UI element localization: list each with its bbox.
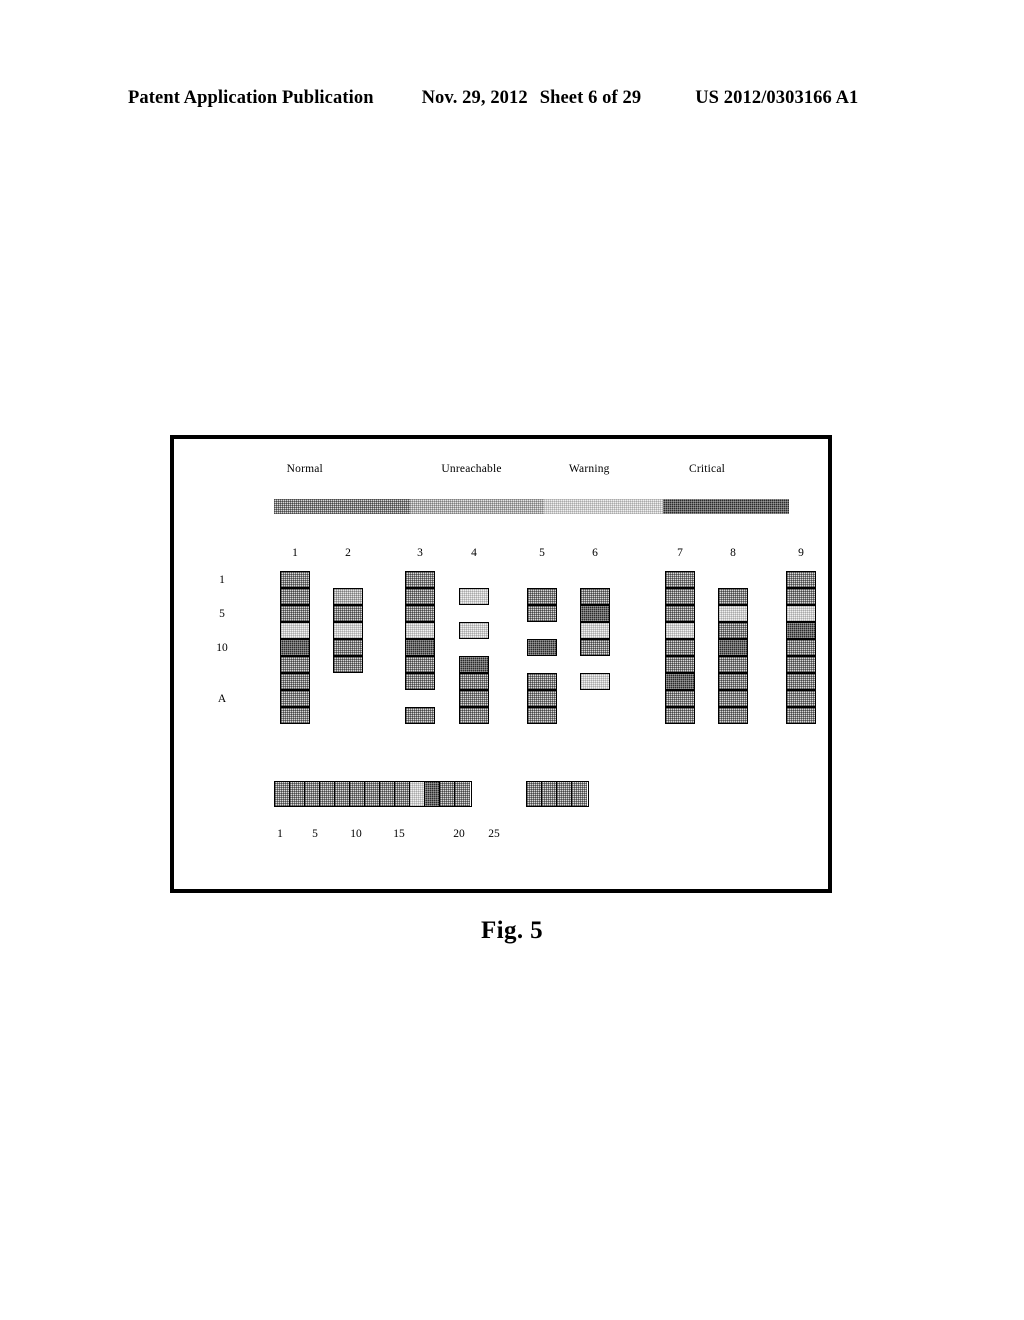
strip-unit-normal[interactable] — [350, 782, 365, 806]
publication-title: Patent Application Publication — [128, 88, 374, 108]
strip-unit-normal[interactable] — [380, 782, 395, 806]
scale-axis-labels: 1 5 10 15 20 25 — [174, 828, 828, 844]
scale-label-5: 5 — [312, 828, 318, 840]
strip-unit-normal[interactable] — [275, 782, 290, 806]
strip-unit-normal[interactable] — [455, 782, 470, 806]
strip-unit-normal[interactable] — [572, 782, 587, 806]
scale-label-20: 20 — [453, 828, 465, 840]
sheet-number: Sheet 6 of 29 — [539, 88, 642, 108]
patent-number: US 2012/0303166 A1 — [695, 88, 859, 108]
scale-label-10: 10 — [350, 828, 362, 840]
scale-label-25: 25 — [488, 828, 500, 840]
strip-left[interactable] — [274, 781, 472, 807]
strip-unit-critical[interactable] — [425, 782, 440, 806]
figure-frame: Normal Unreachable Warning Critical 1234567… — [170, 435, 832, 893]
publication-date: Nov. 29, 2012 — [421, 88, 528, 108]
strip-unit-normal[interactable] — [365, 782, 380, 806]
strip-right[interactable] — [526, 781, 589, 807]
strip-unit-normal[interactable] — [290, 782, 305, 806]
scale-label-15: 15 — [393, 828, 405, 840]
page-header: Patent Application Publication Nov. 29, … — [128, 88, 896, 109]
bottom-strips — [174, 439, 828, 889]
strip-unit-normal[interactable] — [305, 782, 320, 806]
strip-unit-warning[interactable] — [410, 782, 425, 806]
figure-caption: Fig. 5 — [480, 917, 544, 944]
strip-unit-normal[interactable] — [542, 782, 557, 806]
strip-unit-normal[interactable] — [557, 782, 572, 806]
strip-unit-normal[interactable] — [527, 782, 542, 806]
strip-unit-normal[interactable] — [440, 782, 455, 806]
strip-unit-normal[interactable] — [395, 782, 410, 806]
scale-label-1: 1 — [277, 828, 283, 840]
strip-unit-normal[interactable] — [320, 782, 335, 806]
strip-unit-normal[interactable] — [335, 782, 350, 806]
